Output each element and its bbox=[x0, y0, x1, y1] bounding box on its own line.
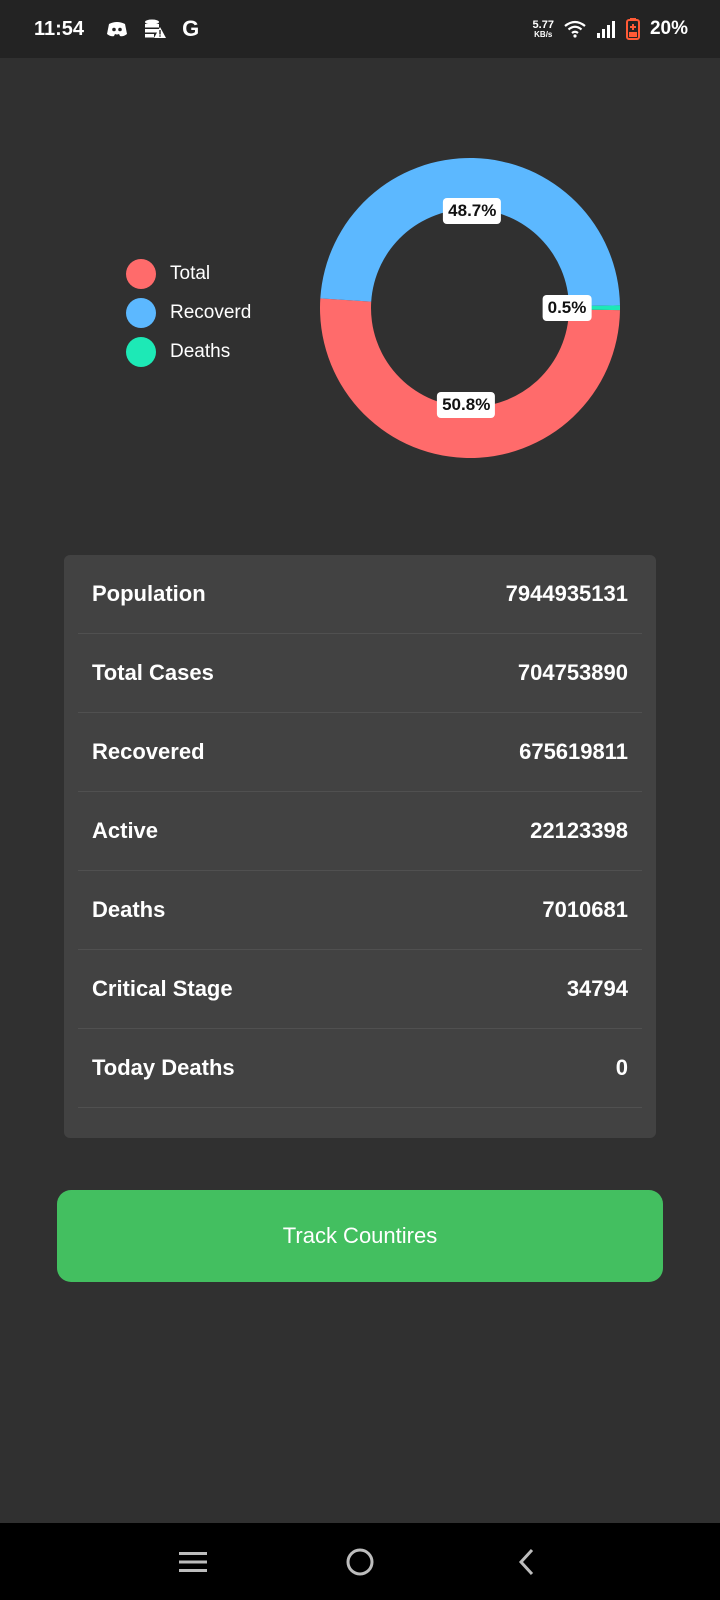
stat-value: 675619811 bbox=[519, 739, 628, 764]
network-speed-value: 5.77 bbox=[532, 18, 554, 31]
stat-row-deaths: Deaths 7010681 bbox=[78, 871, 642, 950]
status-time: 11:54 bbox=[34, 17, 85, 40]
navigation-bar bbox=[0, 1523, 720, 1600]
legend-label: Recoverd bbox=[170, 301, 252, 323]
stat-row-total-cases: Total Cases 704753890 bbox=[78, 634, 642, 713]
stat-value: 34794 bbox=[566, 976, 628, 1001]
stat-label: Recovered bbox=[92, 739, 205, 764]
wifi-icon bbox=[564, 20, 586, 38]
legend-item: Recoverd bbox=[126, 293, 251, 332]
stat-row-today-deaths: Today Deaths 0 bbox=[78, 1029, 642, 1108]
donut-data-label: 50.8% bbox=[437, 391, 496, 418]
chart-area: Total Recoverd Deaths 50.8% 48.7% 0.5% bbox=[0, 58, 720, 538]
legend-label: Deaths bbox=[170, 340, 231, 362]
legend-color-dot bbox=[126, 258, 156, 289]
stat-label: Today Deaths bbox=[92, 1055, 235, 1080]
stat-value: 22123398 bbox=[530, 818, 628, 843]
stat-row-critical-stage: Critical Stage 34794 bbox=[78, 950, 642, 1029]
status-bar: 11:54 G 5.77 KB/s 20% bbox=[0, 0, 720, 58]
donut-data-label: 48.7% bbox=[443, 198, 502, 225]
battery-percent: 20% bbox=[649, 18, 688, 39]
battery-icon bbox=[625, 18, 640, 40]
signal-icon bbox=[596, 20, 616, 38]
network-speed-unit: KB/s bbox=[534, 29, 553, 39]
status-bar-left: 11:54 G bbox=[34, 16, 199, 42]
network-speed: 5.77 KB/s bbox=[532, 18, 554, 39]
google-icon: G bbox=[182, 16, 199, 42]
stat-value: 7010681 bbox=[542, 897, 628, 922]
back-icon[interactable] bbox=[497, 1532, 557, 1592]
legend-color-dot bbox=[126, 297, 156, 328]
donut-data-label: 0.5% bbox=[542, 294, 592, 321]
stat-row-recovered: Recovered 675619811 bbox=[78, 713, 642, 792]
stat-label: Deaths bbox=[92, 897, 166, 922]
stat-value: 704753890 bbox=[517, 660, 628, 685]
stat-label: Critical Stage bbox=[92, 976, 233, 1001]
legend-item: Total bbox=[126, 254, 251, 293]
menu-icon[interactable] bbox=[163, 1532, 223, 1592]
stat-row-population: Population 7944935131 bbox=[78, 555, 642, 634]
track-countries-button[interactable]: Track Countires bbox=[57, 1190, 663, 1282]
stats-card: Population 7944935131 Total Cases 704753890… bbox=[64, 555, 656, 1138]
legend-item: Deaths bbox=[126, 332, 251, 371]
stat-value: 0 bbox=[615, 1055, 628, 1080]
stat-label: Total Cases bbox=[92, 660, 214, 685]
legend-label: Total bbox=[170, 262, 211, 284]
database-alert-icon bbox=[144, 19, 167, 39]
legend-color-dot bbox=[126, 336, 156, 367]
google-letter: G bbox=[182, 16, 200, 41]
status-bar-right: 5.77 KB/s 20% bbox=[533, 18, 688, 40]
discord-icon bbox=[106, 20, 128, 38]
chart-legend: Total Recoverd Deaths bbox=[126, 254, 251, 371]
home-icon[interactable] bbox=[330, 1532, 390, 1592]
stat-label: Population bbox=[92, 581, 206, 606]
donut-slice-total bbox=[320, 298, 620, 458]
donut-slice-recoverd bbox=[320, 158, 620, 307]
stat-label: Active bbox=[92, 818, 159, 843]
stat-value: 7944935131 bbox=[505, 581, 628, 606]
stat-row-active: Active 22123398 bbox=[78, 792, 642, 871]
